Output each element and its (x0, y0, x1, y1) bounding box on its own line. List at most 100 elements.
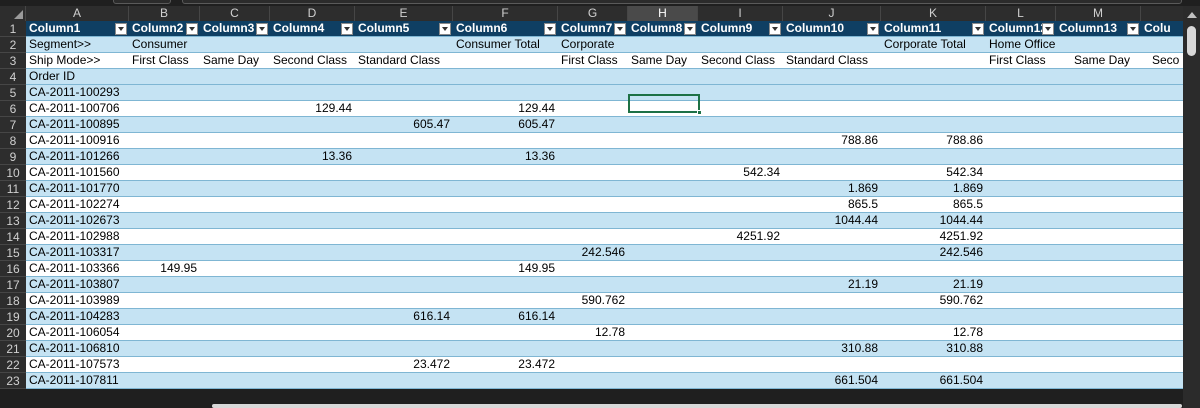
header-cell[interactable]: Column4 (270, 21, 327, 36)
vertical-scrollbar[interactable] (1183, 6, 1200, 408)
order-id-cell[interactable]: CA-2011-102988 (26, 229, 123, 244)
cell[interactable]: Order ID (26, 69, 78, 84)
row-header[interactable]: 1 (0, 21, 26, 37)
select-all-button[interactable] (0, 6, 26, 21)
fill-handle[interactable] (697, 110, 702, 115)
column-header-j[interactable]: J (783, 6, 881, 21)
row-header[interactable]: 22 (0, 357, 26, 373)
order-id-cell[interactable]: CA-2011-103366 (26, 261, 123, 276)
filter-dropdown-button[interactable] (439, 23, 451, 35)
value-cell[interactable]: 788.86 (783, 133, 881, 148)
cell[interactable]: Standard Class (783, 53, 871, 68)
cell[interactable]: Same Day (200, 53, 262, 68)
row-header[interactable]: 19 (0, 309, 26, 325)
filter-dropdown-button[interactable] (1127, 23, 1139, 35)
cell[interactable]: Seco (1149, 53, 1182, 68)
column-header-i[interactable]: I (698, 6, 783, 21)
value-cell[interactable]: 590.762 (558, 293, 628, 308)
value-cell[interactable]: 605.47 (453, 117, 558, 132)
value-cell[interactable]: 542.34 (698, 165, 783, 180)
order-id-cell[interactable]: CA-2011-106054 (26, 325, 123, 340)
order-id-cell[interactable]: CA-2011-100895 (26, 117, 123, 132)
value-cell[interactable]: 661.504 (881, 373, 986, 388)
header-cell[interactable]: Column9 (698, 21, 755, 36)
header-cell[interactable]: Column7 (558, 21, 615, 36)
row-header[interactable]: 15 (0, 245, 26, 261)
spreadsheet-grid[interactable]: Column1 Column2 Column3 Column4 Column5 … (26, 21, 1183, 408)
row-header[interactable]: 17 (0, 277, 26, 293)
order-id-cell[interactable]: CA-2011-101266 (26, 149, 123, 164)
column-header-d[interactable]: D (270, 6, 355, 21)
column-header-k[interactable]: K (881, 6, 986, 21)
row-header[interactable]: 2 (0, 37, 26, 53)
value-cell[interactable]: 616.14 (355, 309, 453, 324)
value-cell[interactable]: 865.5 (783, 197, 881, 212)
value-cell[interactable]: 542.34 (881, 165, 986, 180)
header-cell[interactable]: Column12 (986, 21, 1050, 36)
cell[interactable]: First Class (986, 53, 1049, 68)
header-cell[interactable]: Column1 (26, 21, 83, 36)
cell[interactable]: Home Office (986, 37, 1058, 52)
row-header[interactable]: 18 (0, 293, 26, 309)
column-header-g[interactable]: G (558, 6, 628, 21)
scroll-up-icon[interactable] (1187, 12, 1197, 18)
row-header[interactable]: 5 (0, 85, 26, 101)
header-cell[interactable]: Colu (1141, 21, 1174, 36)
row-header[interactable]: 6 (0, 101, 26, 117)
cell[interactable]: Corporate (558, 37, 617, 52)
row-header[interactable]: 12 (0, 197, 26, 213)
order-id-cell[interactable]: CA-2011-106810 (26, 341, 123, 356)
row-header[interactable]: 21 (0, 341, 26, 357)
value-cell[interactable]: 616.14 (453, 309, 558, 324)
header-cell[interactable]: Column2 (129, 21, 186, 36)
value-cell[interactable]: 788.86 (881, 133, 986, 148)
value-cell[interactable]: 605.47 (355, 117, 453, 132)
order-id-cell[interactable]: CA-2011-107573 (26, 357, 123, 372)
filter-dropdown-button[interactable] (341, 23, 353, 35)
order-id-cell[interactable]: CA-2011-100916 (26, 133, 123, 148)
filter-dropdown-button[interactable] (256, 23, 268, 35)
value-cell[interactable]: 149.95 (453, 261, 558, 276)
row-header[interactable]: 8 (0, 133, 26, 149)
column-header-h[interactable]: H (628, 6, 698, 21)
header-cell[interactable]: Column13 (1056, 21, 1120, 36)
order-id-cell[interactable]: CA-2011-102274 (26, 197, 123, 212)
column-header-m[interactable]: M (1056, 6, 1141, 21)
value-cell[interactable]: 13.36 (453, 149, 558, 164)
column-header-c[interactable]: C (200, 6, 270, 21)
value-cell[interactable]: 865.5 (881, 197, 986, 212)
value-cell[interactable]: 129.44 (270, 101, 355, 116)
order-id-cell[interactable]: CA-2011-100293 (26, 85, 123, 100)
order-id-cell[interactable]: CA-2011-101560 (26, 165, 123, 180)
cell[interactable]: Corporate Total (881, 37, 969, 52)
value-cell[interactable]: 242.546 (558, 245, 628, 260)
header-cell[interactable]: Column3 (200, 21, 257, 36)
header-cell[interactable]: Column10 (783, 21, 847, 36)
order-id-cell[interactable]: CA-2011-101770 (26, 181, 123, 196)
row-header[interactable]: 4 (0, 69, 26, 85)
value-cell[interactable]: 661.504 (783, 373, 881, 388)
value-cell[interactable]: 242.546 (881, 245, 986, 260)
cell[interactable]: Ship Mode>> (26, 53, 103, 68)
filter-dropdown-button[interactable] (544, 23, 556, 35)
value-cell[interactable]: 310.88 (783, 341, 881, 356)
column-header-a[interactable]: A (26, 6, 129, 21)
cell[interactable]: First Class (129, 53, 192, 68)
header-cell[interactable]: Column5 (355, 21, 412, 36)
row-header[interactable]: 14 (0, 229, 26, 245)
cell[interactable]: Same Day (628, 53, 690, 68)
column-header-l[interactable]: L (986, 6, 1056, 21)
row-header[interactable]: 11 (0, 181, 26, 197)
cell[interactable]: Consumer (129, 37, 190, 52)
order-id-cell[interactable]: CA-2011-102673 (26, 213, 123, 228)
value-cell[interactable]: 4251.92 (881, 229, 986, 244)
order-id-cell[interactable]: CA-2011-100706 (26, 101, 123, 116)
header-cell[interactable]: Column11 (881, 21, 944, 36)
cell[interactable]: Same Day (1071, 53, 1133, 68)
order-id-cell[interactable]: CA-2011-103807 (26, 277, 123, 292)
column-header-e[interactable]: E (355, 6, 453, 21)
value-cell[interactable]: 21.19 (881, 277, 986, 292)
filter-dropdown-button[interactable] (972, 23, 984, 35)
value-cell[interactable]: 149.95 (129, 261, 200, 276)
row-header[interactable]: 7 (0, 117, 26, 133)
